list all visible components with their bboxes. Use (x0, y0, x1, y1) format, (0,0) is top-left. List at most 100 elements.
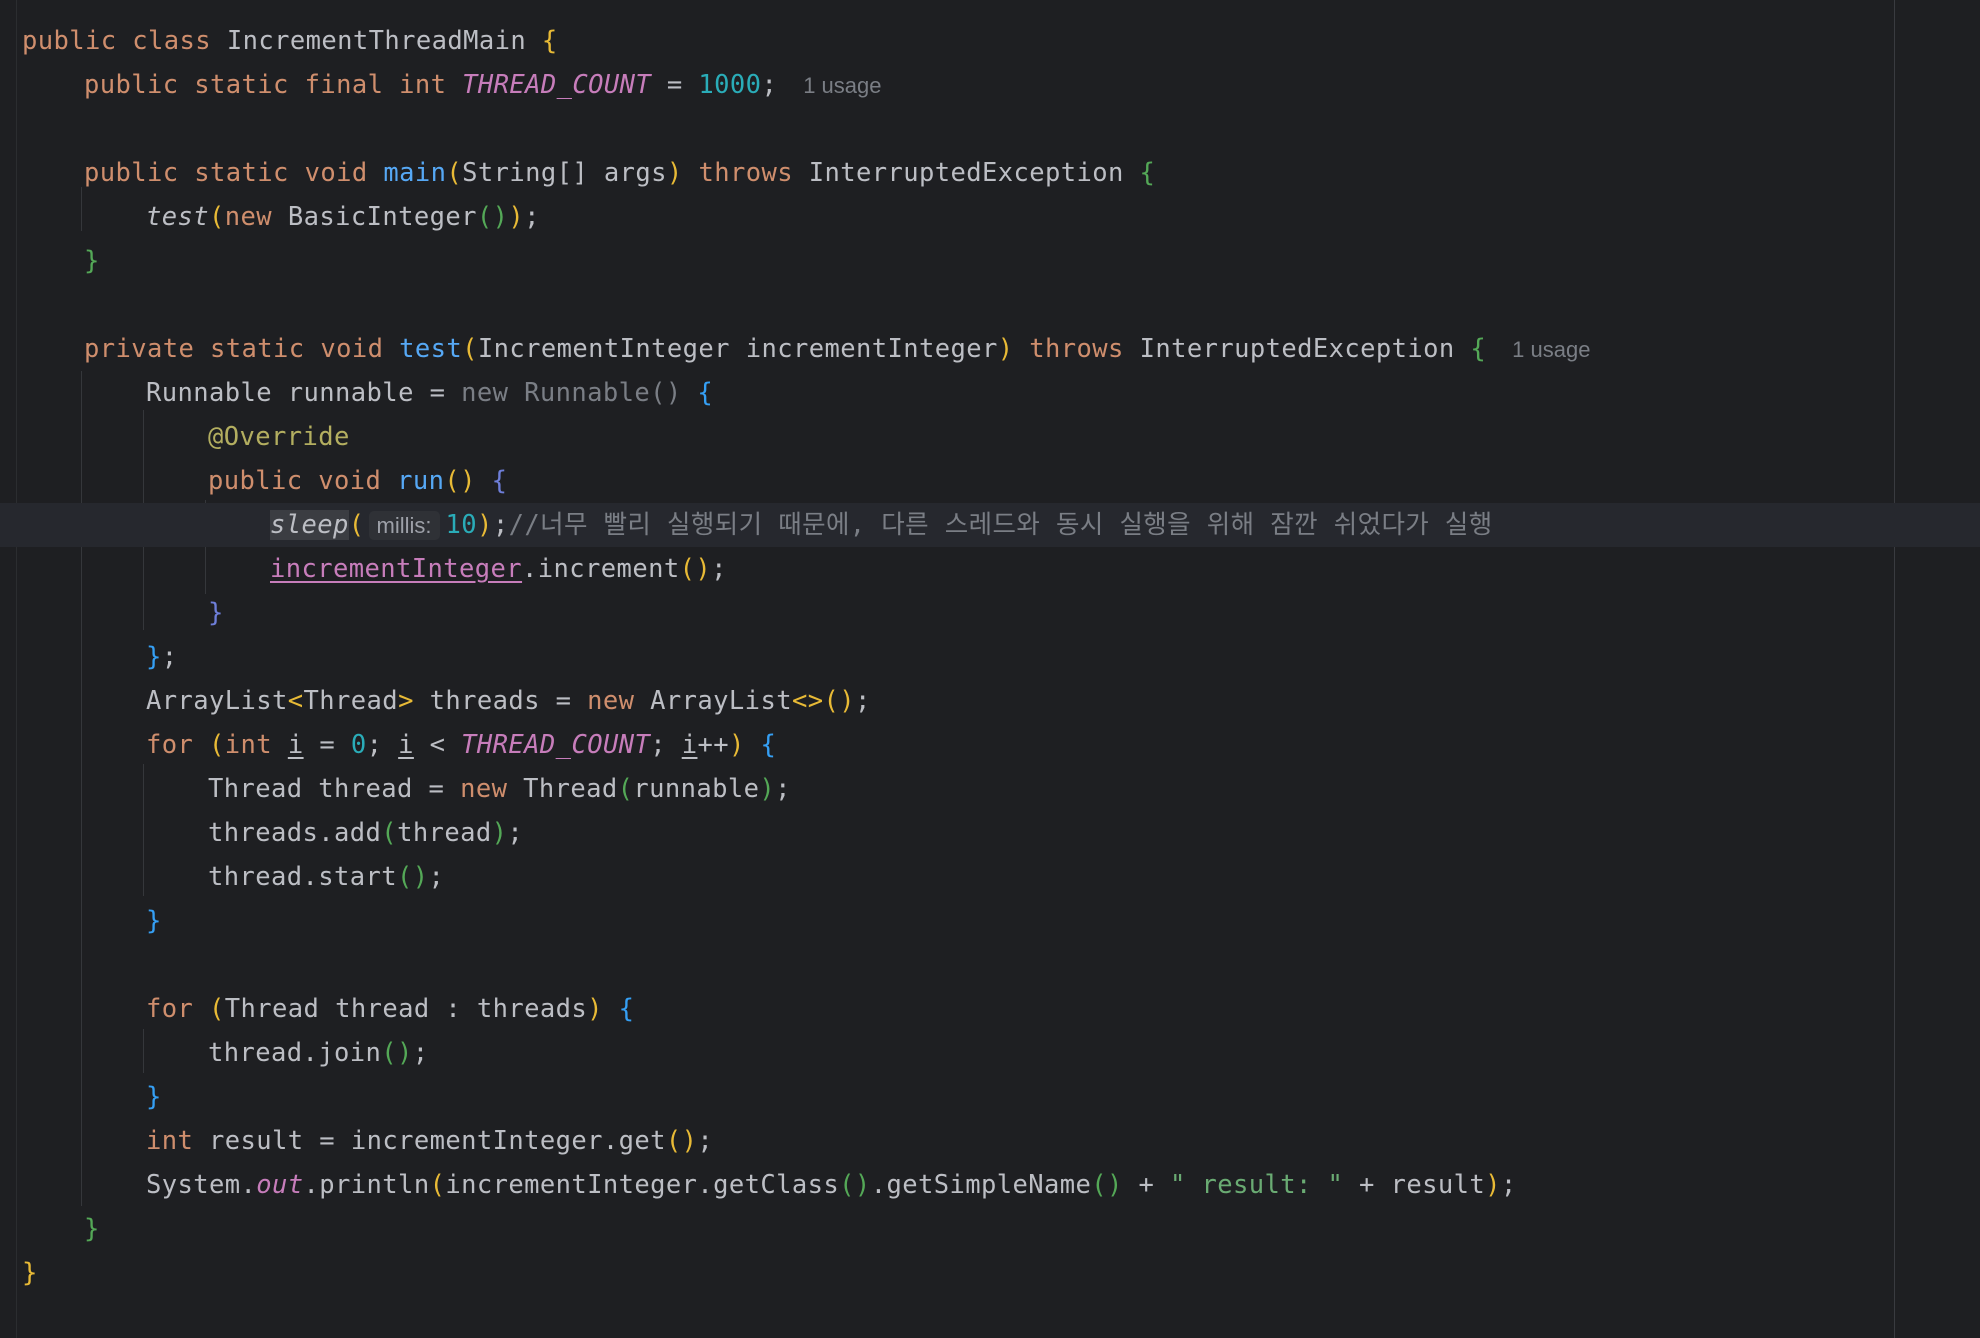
keyword: public (22, 26, 117, 56)
code-line[interactable]: thread.start(); (0, 855, 1980, 899)
anonymous-class-hint: new Runnable() (461, 378, 682, 408)
constant-name: THREAD_COUNT (462, 70, 652, 100)
code-line[interactable]: } (0, 591, 1980, 635)
type-ref: ArrayList (146, 686, 288, 716)
annotation: @Override (208, 422, 350, 452)
loop-variable: i (681, 730, 698, 760)
constant-ref: THREAD_COUNT (461, 730, 651, 760)
keyword: void (304, 158, 368, 188)
variable: thread (397, 818, 492, 848)
method-call: .increment (522, 554, 680, 584)
keyword: static (210, 334, 305, 364)
keyword: static (194, 70, 289, 100)
type-ref: IncrementInteger (477, 334, 730, 364)
code-line[interactable]: } (0, 239, 1980, 283)
class-name: IncrementThreadMain (226, 26, 527, 56)
code-line[interactable]: test(new BasicInteger()); (0, 195, 1980, 239)
type-ref: Runnable (146, 378, 273, 408)
number-literal: 1000 (698, 70, 762, 100)
static-field: out (256, 1170, 304, 1200)
method-call: .add (318, 818, 382, 848)
code-line[interactable]: } (0, 1251, 1980, 1295)
class-ref: System. (146, 1170, 257, 1200)
number-literal: 10 (445, 510, 478, 540)
variable: threads (476, 994, 588, 1024)
method-call: test (146, 202, 210, 232)
exception-type: InterruptedException (808, 158, 1124, 188)
variable: threads (208, 818, 319, 848)
keyword: void (320, 334, 384, 364)
keyword: int (399, 70, 447, 100)
keyword: public (84, 70, 179, 100)
method-call: .getSimpleName (870, 1170, 1092, 1200)
keyword: for (146, 730, 194, 760)
loop-variable: i (398, 730, 414, 760)
keyword: int (146, 1126, 194, 1156)
code-line-current[interactable]: sleep(millis: 10);//너무 빨리 실행되기 때문에, 다른 스레… (0, 503, 1980, 547)
code-line[interactable]: } (0, 1207, 1980, 1251)
keyword: new (460, 774, 508, 804)
method-call: sleep (270, 510, 349, 540)
method-call: .start (302, 862, 398, 892)
parameter-inlay-hint[interactable]: millis: (368, 511, 440, 540)
type-ref: Thread (303, 686, 399, 716)
code-line[interactable]: System.out.println(incrementInteger.getC… (0, 1163, 1980, 1207)
code-line[interactable]: for (Thread thread : threads) { (0, 987, 1980, 1031)
code-line[interactable]: public void run() { (0, 459, 1980, 503)
keyword: throws (698, 158, 793, 188)
comment: //너무 빨리 실행되기 때문에, 다른 스레드와 동시 실행을 위해 잠깐 쉬… (508, 510, 1493, 540)
keyword: public (208, 466, 303, 496)
code-line[interactable]: @Override (0, 415, 1980, 459)
variable: incrementInteger (445, 1170, 698, 1200)
parameter: String[] args (462, 158, 667, 188)
method-call: .getClass (697, 1170, 840, 1200)
variable: thread (208, 1038, 303, 1068)
variable: incrementInteger (350, 1126, 603, 1156)
captured-variable: incrementInteger (270, 554, 523, 584)
code-line[interactable]: threads.add(thread); (0, 811, 1980, 855)
code-line[interactable]: Thread thread = new Thread(runnable); (0, 767, 1980, 811)
keyword: new (224, 202, 273, 232)
code-line[interactable]: thread.join(); (0, 1031, 1980, 1075)
code-line[interactable]: for (int i = 0; i < THREAD_COUNT; i++) { (0, 723, 1980, 767)
type-ref: Thread (224, 994, 320, 1024)
method-call: .println (303, 1170, 430, 1200)
code-line[interactable]: incrementInteger.increment(); (0, 547, 1980, 591)
keyword: for (146, 994, 194, 1024)
string-literal: " result: " (1170, 1170, 1344, 1200)
keyword: throws (1029, 334, 1124, 364)
code-editor[interactable]: public class IncrementThreadMain { publi… (0, 0, 1980, 1338)
keyword: class (132, 26, 212, 56)
variable: thread (335, 994, 430, 1024)
code-line[interactable]: private static void test(IncrementIntege… (0, 327, 1980, 371)
keyword: void (318, 466, 382, 496)
type-ref: ArrayList (650, 686, 792, 716)
variable: thread (318, 774, 413, 804)
keyword: public (84, 158, 179, 188)
variable: result (1390, 1170, 1486, 1200)
code-line[interactable]: public static final int THREAD_COUNT = 1… (0, 63, 1980, 107)
code-line[interactable]: public static void main(String[] args) t… (0, 151, 1980, 195)
keyword: int (224, 730, 273, 760)
usage-inlay-hint[interactable]: 1 usage (1512, 337, 1590, 362)
method-name: test (399, 334, 463, 364)
code-line[interactable]: public class IncrementThreadMain { (0, 19, 1980, 63)
variable: result (209, 1126, 304, 1156)
loop-variable: i (287, 730, 304, 760)
keyword: static (194, 158, 289, 188)
method-name: run (397, 466, 445, 496)
variable: thread (208, 862, 303, 892)
variable: threads (429, 686, 540, 716)
number-literal: 0 (350, 730, 367, 760)
keyword: new (587, 686, 635, 716)
code-line[interactable]: } (0, 899, 1980, 943)
code-line[interactable]: int result = incrementInteger.get(); (0, 1119, 1980, 1163)
keyword: private (84, 334, 195, 364)
code-line[interactable]: Runnable runnable = new Runnable() { (0, 371, 1980, 415)
code-line[interactable]: } (0, 1075, 1980, 1119)
code-line[interactable]: }; (0, 635, 1980, 679)
method-call: .join (302, 1038, 382, 1068)
code-line[interactable]: ArrayList<Thread> threads = new ArrayLis… (0, 679, 1980, 723)
usage-inlay-hint[interactable]: 1 usage (803, 73, 881, 98)
keyword: final (304, 70, 384, 100)
